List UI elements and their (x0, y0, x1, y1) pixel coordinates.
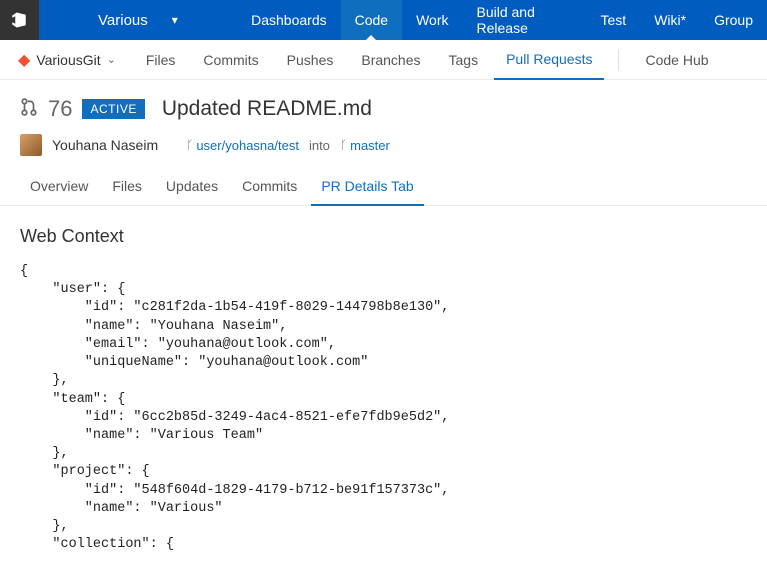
vsts-icon (10, 11, 28, 29)
pr-tab-files[interactable]: Files (102, 172, 152, 205)
product-logo[interactable] (0, 0, 39, 40)
pr-title-row: 76 ACTIVE Updated README.md (20, 94, 747, 124)
repo-picker[interactable]: ◆ VariousGit ⌄ (18, 50, 116, 70)
hub-build-release[interactable]: Build and Release (463, 0, 587, 40)
repo-name: VariousGit (36, 52, 100, 68)
chevron-down-icon: ▾ (172, 13, 178, 27)
pr-author[interactable]: Youhana Naseim (52, 137, 158, 153)
pr-tabs: Overview Files Updates Commits PR Detail… (0, 162, 767, 206)
project-selector[interactable]: Various ▾ (39, 0, 237, 40)
hub-work[interactable]: Work (402, 0, 462, 40)
source-branch[interactable]: ᚴ user/yohasna/test (186, 138, 299, 153)
pr-header: 76 ACTIVE Updated README.md Youhana Nase… (0, 80, 767, 162)
hub-wiki[interactable]: Wiki* (640, 0, 700, 40)
git-icon: ◆ (18, 50, 30, 70)
repo-tab-code-hub[interactable]: Code Hub (633, 40, 720, 80)
pull-request-icon (20, 98, 38, 121)
repo-tab-pushes[interactable]: Pushes (275, 40, 346, 80)
content-panel: Web Context { "user": { "id": "c281f2da-… (0, 206, 767, 575)
project-name: Various (98, 12, 148, 29)
repo-tab-branches[interactable]: Branches (349, 40, 432, 80)
pr-tab-updates[interactable]: Updates (156, 172, 228, 205)
pr-id: 76 (48, 96, 72, 122)
pr-tab-commits[interactable]: Commits (232, 172, 307, 205)
repo-nav: ◆ VariousGit ⌄ Files Commits Pushes Bran… (0, 40, 767, 80)
branch-icon: ᚴ (340, 138, 347, 152)
separator (618, 49, 619, 71)
hub-dashboards[interactable]: Dashboards (237, 0, 341, 40)
hub-list: Dashboards Code Work Build and Release T… (237, 0, 767, 40)
top-nav: Various ▾ Dashboards Code Work Build and… (0, 0, 767, 40)
repo-tab-pull-requests[interactable]: Pull Requests (494, 40, 604, 80)
into-label: into (309, 138, 330, 153)
hub-code[interactable]: Code (341, 0, 402, 40)
branch-icon: ᚴ (186, 138, 193, 152)
repo-tab-files[interactable]: Files (134, 40, 188, 80)
pr-status-badge: ACTIVE (82, 99, 144, 119)
json-block: { "user": { "id": "c281f2da-1b54-419f-80… (20, 263, 747, 555)
avatar[interactable] (20, 134, 42, 156)
pr-tab-overview[interactable]: Overview (20, 172, 98, 205)
pr-title-input[interactable]: Updated README.md (155, 94, 747, 124)
repo-tab-tags[interactable]: Tags (437, 40, 491, 80)
target-branch[interactable]: ᚴ master (340, 138, 390, 153)
hub-group[interactable]: Group (700, 0, 767, 40)
section-heading: Web Context (20, 226, 747, 247)
chevron-down-icon: ⌄ (107, 53, 116, 66)
pr-tab-details[interactable]: PR Details Tab (311, 172, 423, 206)
pr-meta: Youhana Naseim ᚴ user/yohasna/test into … (20, 134, 747, 156)
hub-test[interactable]: Test (587, 0, 641, 40)
repo-tab-commits[interactable]: Commits (191, 40, 270, 80)
